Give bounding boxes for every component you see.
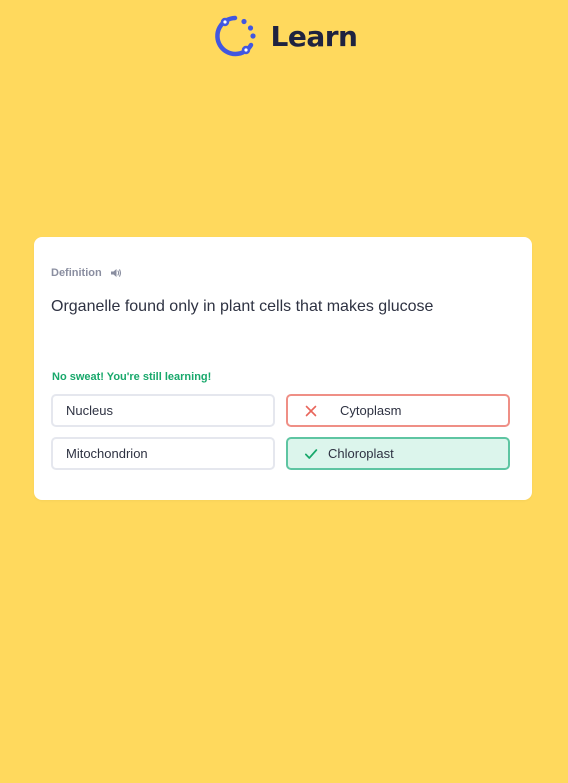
answer-option-chloroplast[interactable]: Chloroplast — [286, 437, 510, 470]
term-label: Definition — [51, 267, 102, 279]
answer-option-nucleus[interactable]: Nucleus — [51, 394, 275, 427]
option-label: Chloroplast — [328, 446, 394, 461]
app-header: Learn — [0, 12, 568, 60]
option-label: Mitochondrion — [66, 446, 148, 461]
flashcard: Definition Organelle found only in plant… — [34, 237, 532, 500]
x-icon — [305, 405, 317, 416]
brand-title: Learn — [270, 19, 358, 53]
option-label: Nucleus — [66, 403, 113, 418]
learn-logo-icon — [214, 15, 256, 57]
check-icon — [304, 448, 318, 459]
feedback-message: No sweat! You're still learning! — [52, 371, 212, 383]
answer-option-cytoplasm[interactable]: Cytoplasm — [286, 394, 510, 427]
definition-prompt: Organelle found only in plant cells that… — [51, 298, 434, 315]
answer-option-mitochondrion[interactable]: Mitochondrion — [51, 437, 275, 470]
speaker-icon[interactable] — [110, 267, 122, 279]
option-label: Cytoplasm — [340, 403, 402, 418]
term-header: Definition — [51, 267, 122, 279]
